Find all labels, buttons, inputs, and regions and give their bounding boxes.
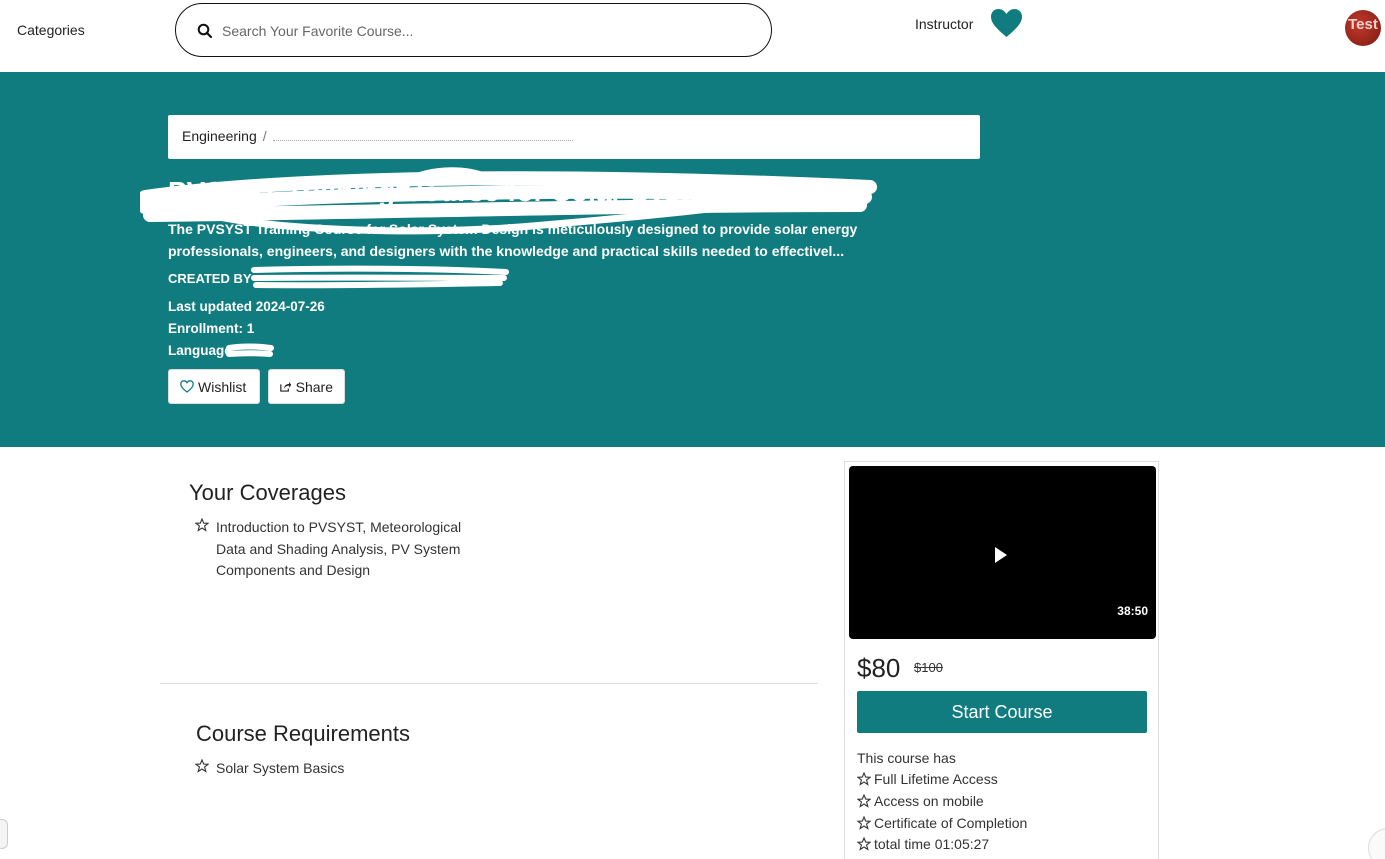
search-icon [197, 23, 213, 39]
breadcrumb-separator: / [262, 128, 267, 144]
share-button[interactable]: Share [268, 369, 345, 404]
search-input[interactable] [222, 16, 742, 46]
categories-menu[interactable]: Categories [17, 22, 85, 38]
original-price: $100 [914, 660, 943, 675]
breadcrumb-current-redacted [272, 133, 573, 142]
enrollment-count: Enrollment: 1 [168, 321, 255, 336]
feature-item: total time 01:05:27 [857, 836, 989, 852]
play-icon[interactable] [994, 546, 1008, 564]
star-outline-icon [857, 794, 871, 808]
star-outline-icon [857, 772, 871, 786]
floating-widget-right[interactable] [1368, 828, 1385, 859]
section-divider [160, 683, 818, 684]
feature-label: total time 01:05:27 [874, 836, 990, 852]
requirements-heading: Course Requirements [196, 721, 410, 746]
course-description: The PVSYST Training Course for Solar Sys… [168, 221, 858, 259]
wishlist-button[interactable]: Wishlist [168, 369, 260, 404]
feature-label: Access on mobile [874, 793, 984, 809]
start-course-button[interactable]: Start Course [857, 691, 1147, 733]
coverages-heading: Your Coverages [189, 480, 346, 505]
top-navbar: Categories Instructor Test [0, 0, 1385, 72]
feature-label: Full Lifetime Access [874, 771, 998, 787]
course-hero: Engineering / PVSYST Training Course for … [0, 72, 1385, 447]
instructor-link[interactable]: Instructor [915, 16, 973, 32]
share-label: Share [295, 378, 333, 395]
last-updated: Last updated 2024-07-26 [168, 299, 325, 314]
breadcrumb: Engineering / [168, 115, 980, 159]
created-by: CREATED BY [168, 271, 252, 286]
current-price: $80 [857, 653, 901, 683]
redaction-scribble [251, 265, 509, 289]
created-by-label: CREATED BY [168, 271, 252, 286]
wishlist-label: Wishlist [198, 378, 247, 395]
star-outline-icon [857, 837, 871, 851]
video-duration: 38:50 [1117, 604, 1148, 618]
feature-item: Certificate of Completion [857, 815, 1027, 831]
wishlist-heart-icon[interactable] [990, 8, 1023, 38]
feature-label: Certificate of Completion [874, 815, 1028, 831]
coverage-item: Introduction to PVSYST, Meteorological D… [216, 519, 462, 578]
feature-item: Full Lifetime Access [857, 771, 998, 787]
feature-item: Access on mobile [857, 793, 984, 809]
floating-widget-left[interactable] [0, 819, 8, 849]
search-bar[interactable] [175, 3, 772, 57]
course-includes-heading: This course has [857, 750, 956, 766]
purchase-card: 38:50 $80 $100 Start Course This course … [844, 461, 1159, 859]
star-outline-icon [195, 518, 209, 532]
breadcrumb-root[interactable]: Engineering [182, 128, 257, 144]
user-avatar[interactable]: Test [1345, 10, 1381, 46]
star-outline-icon [195, 759, 209, 773]
redaction-scribble [226, 343, 274, 357]
heart-outline-icon [180, 380, 194, 393]
star-outline-icon [857, 816, 871, 830]
share-icon [280, 381, 292, 392]
video-preview[interactable]: 38:50 [849, 466, 1156, 639]
requirement-item: Solar System Basics [216, 760, 345, 776]
